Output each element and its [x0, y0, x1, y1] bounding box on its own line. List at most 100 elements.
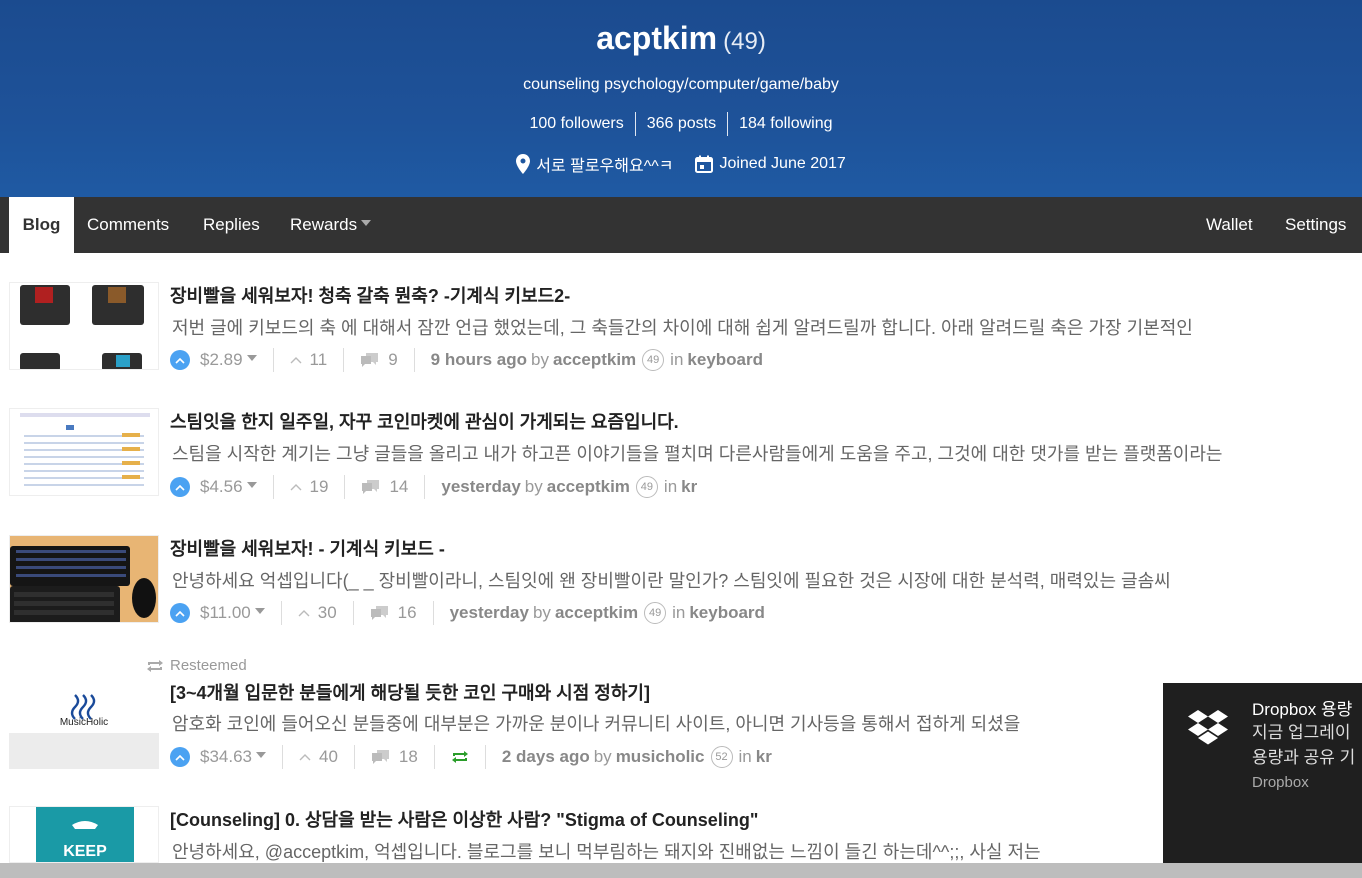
author-reputation: 49 [635, 476, 658, 498]
comments-icon [362, 480, 380, 494]
divider [280, 601, 282, 625]
payout-dropdown[interactable]: $11.00 [200, 603, 265, 623]
chevron-up-icon [175, 610, 185, 617]
author-link[interactable]: musicholic [616, 747, 705, 767]
profile-nav: Blog Comments Replies Rewards Wallet Set… [0, 197, 1362, 253]
tab-wallet[interactable]: Wallet [1206, 197, 1253, 253]
keyboard-switch-image [10, 283, 158, 369]
post-title[interactable]: 장비빨을 세워보자! 청축 갈축 뭔축? -기계식 키보드2- [170, 282, 570, 308]
chevron-up-icon [298, 610, 310, 617]
post-thumbnail[interactable]: KEEP [9, 806, 159, 863]
divider [352, 601, 354, 625]
divider [413, 348, 415, 372]
comments-count[interactable]: 14 [361, 477, 408, 497]
tab-rewards[interactable]: Rewards [290, 197, 372, 253]
profile-stats: 100 followers 366 posts 184 following [0, 112, 1362, 136]
tab-replies[interactable]: Replies [203, 197, 260, 253]
upvote-button[interactable] [170, 747, 190, 767]
upvote-button[interactable] [170, 477, 190, 497]
post-footer: $34.63 40 18 2 days ago by musicholic 52 in k… [170, 745, 772, 769]
post-title[interactable]: 스팀잇을 한지 일주일, 자꾸 코인마켓에 관심이 가게되는 요즘입니다. [170, 408, 679, 434]
comments-value: 16 [397, 603, 417, 622]
dropbox-notification[interactable]: Dropbox 용량 지금 업그레이 용량과 공유 기 Dropbox [1163, 683, 1362, 863]
following-link[interactable]: 184 following [727, 112, 843, 136]
votes-count[interactable]: 40 [299, 747, 338, 767]
author-reputation: 49 [642, 349, 665, 371]
post-summary[interactable]: 저번 글에 키보드의 축 에 대해서 잠깐 언급 했었는데, 그 축들간의 차이… [172, 314, 1337, 340]
votes-count[interactable]: 19 [290, 477, 328, 497]
resteemed-label: Resteemed [146, 657, 247, 674]
by-label: by [531, 350, 549, 369]
followers-link[interactable]: 100 followers [518, 112, 634, 136]
divider [424, 475, 426, 499]
by-label: by [532, 603, 551, 622]
author-link[interactable]: acceptkim [555, 603, 638, 623]
resteem-button[interactable] [451, 750, 469, 764]
tab-settings[interactable]: Settings [1285, 197, 1346, 253]
post-thumbnail[interactable] [9, 535, 159, 623]
divider [484, 745, 486, 769]
chevron-up-icon [175, 357, 185, 364]
post-summary[interactable]: 스팀을 시작한 계기는 그냥 글들을 올리고 내가 하고픈 이야기들을 펼치며 … [172, 440, 1337, 466]
toast-app-name: Dropbox [1252, 774, 1309, 791]
post-thumbnail[interactable]: MusicHolic [9, 681, 159, 769]
comments-value: 9 [388, 350, 398, 369]
location-pin-icon [516, 154, 531, 174]
post-summary[interactable]: 안녕하세요 억셉입니다(_ _ 장비빨이라니, 스팀잇에 왠 장비빨이란 말인가… [172, 567, 1337, 593]
payout-dropdown[interactable]: $34.63 [200, 747, 266, 767]
chevron-up-icon [175, 484, 185, 491]
votes-value: 30 [317, 603, 337, 622]
joined-text: Joined June 2017 [719, 155, 846, 172]
post-thumbnail[interactable] [9, 408, 159, 496]
category-link[interactable]: keyboard [689, 603, 765, 623]
chevron-down-icon [246, 355, 257, 361]
profile-name: acptkim [596, 20, 718, 56]
musicholic-logo-text: MusicHolic [59, 717, 109, 728]
resteem-icon [451, 751, 468, 763]
tab-blog[interactable]: Blog [9, 197, 74, 253]
post-footer: $11.00 30 16 yesterday by acceptkim 49 in key… [170, 601, 765, 625]
payout-value: $11.00 [200, 603, 251, 622]
post-summary[interactable]: 암호화 코인에 들어오신 분들중에 대부분은 가까운 분이나 커뮤니티 사이트,… [172, 710, 1162, 736]
comments-count[interactable]: 16 [370, 603, 417, 623]
chevron-down-icon [256, 752, 266, 758]
chevron-down-icon [254, 608, 265, 614]
post-timestamp[interactable]: yesterday [450, 603, 529, 623]
upvote-button[interactable] [170, 350, 190, 370]
category-link[interactable]: kr [681, 477, 697, 497]
comments-count[interactable]: 18 [371, 747, 418, 767]
payout-dropdown[interactable]: $4.56 [200, 477, 257, 497]
post-summary[interactable]: 안녕하세요, @acceptkim, 억셉입니다. 블로그를 보니 먹부림하는 … [172, 838, 1162, 864]
location-text: 서로 팔로우해요^^ㅋ [536, 158, 674, 175]
category-link[interactable]: keyboard [687, 350, 763, 370]
author-link[interactable]: acceptkim [553, 350, 636, 370]
votes-count[interactable]: 30 [298, 603, 337, 623]
votes-value: 11 [309, 350, 328, 369]
by-label: by [593, 747, 612, 766]
divider [282, 745, 283, 769]
divider [353, 745, 355, 769]
chevron-down-icon [246, 482, 257, 488]
author-link[interactable]: acceptkim [547, 477, 630, 497]
payout-dropdown[interactable]: $2.89 [200, 350, 257, 370]
post-title[interactable]: 장비빨을 세워보자! - 기계식 키보드 - [170, 535, 445, 561]
resteemed-text: Resteemed [170, 657, 247, 674]
post-title[interactable]: [3~4개월 입문한 분들에게 해당될 듯한 코인 구매와 시점 정하기] [170, 679, 650, 705]
comments-icon [371, 750, 389, 764]
comments-count[interactable]: 9 [360, 350, 398, 370]
chevron-up-icon [290, 357, 302, 364]
post-timestamp[interactable]: yesterday [441, 477, 520, 497]
bottom-scrollbar[interactable] [0, 863, 1362, 878]
upvote-button[interactable] [170, 603, 190, 623]
post-thumbnail[interactable] [9, 282, 159, 370]
keep-calm-text: KEEP [63, 843, 107, 860]
post-title[interactable]: [Counseling] 0. 상담을 받는 사람은 이상한 사람? "Stig… [170, 806, 758, 832]
votes-count[interactable]: 11 [290, 350, 328, 370]
chevron-up-icon [290, 484, 302, 491]
category-link[interactable]: kr [756, 747, 772, 767]
posts-count: 366 posts [634, 112, 727, 136]
post-timestamp[interactable]: 2 days ago [502, 747, 590, 767]
tab-comments[interactable]: Comments [87, 197, 169, 253]
post-timestamp[interactable]: 9 hours ago [431, 350, 527, 370]
toast-title: Dropbox 용량 [1252, 700, 1353, 719]
